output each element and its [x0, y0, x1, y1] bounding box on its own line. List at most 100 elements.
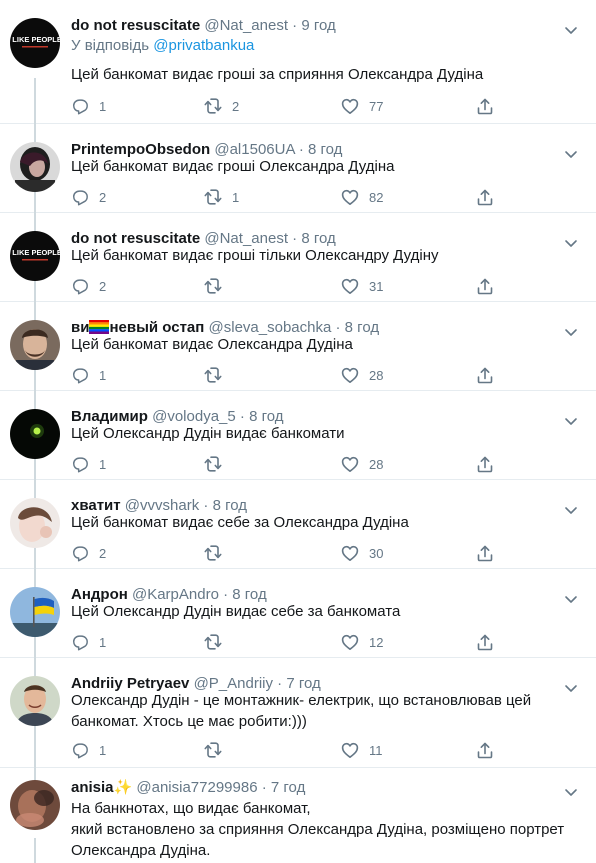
retweet-button[interactable] [204, 740, 232, 760]
share-icon [477, 742, 493, 759]
tweet-text: Цей банкомат видає себе за Олександра Ду… [71, 514, 409, 531]
like-count: 77 [369, 98, 384, 114]
thread-line [34, 192, 36, 213]
like-button[interactable]: 82 [341, 187, 383, 207]
tweet-text: Цей банкомат видає гроші Олександра Дуді… [71, 158, 395, 175]
share-button[interactable] [476, 454, 494, 474]
reply-icon [72, 743, 88, 759]
like-button[interactable]: 31 [341, 276, 383, 296]
reply-button[interactable]: 1 [71, 96, 106, 116]
reply-button[interactable]: 2 [71, 543, 106, 563]
blurred-portrait-avatar[interactable] [10, 780, 60, 830]
reply-count: 1 [99, 98, 107, 114]
reply-prefix: У відповідь [71, 37, 150, 54]
reply-icon [72, 635, 88, 651]
share-button[interactable] [476, 632, 494, 652]
share-button[interactable] [476, 276, 494, 296]
like-count: 11 [369, 742, 383, 758]
like-button[interactable]: 28 [341, 454, 383, 474]
reply-button[interactable]: 2 [71, 276, 106, 296]
thread-line [34, 78, 36, 124]
reply-icon [72, 99, 88, 115]
reply-context: У відповідь @privatbankua [71, 36, 254, 56]
share-icon [477, 189, 493, 206]
display-name[interactable]: do not resuscitate [71, 17, 200, 34]
action-bar: 1 12 [71, 632, 521, 652]
i-like-people-avatar[interactable]: I LIKE PEOPLE [10, 231, 60, 281]
mention-link[interactable]: @privatbankua [153, 37, 254, 54]
reply-count: 2 [99, 278, 107, 294]
tweet[interactable]: Владимир @volodya_5 · 8 год Цей Олександ… [0, 391, 596, 480]
reply-button[interactable]: 1 [71, 632, 106, 652]
woman-portrait-avatar[interactable] [10, 142, 60, 192]
thread-line [34, 124, 36, 142]
chevron-down-icon[interactable] [563, 22, 579, 38]
retweet-icon [204, 367, 222, 383]
tweet-text: Цей банкомат видає гроші тільки Олександ… [71, 247, 439, 264]
tweet[interactable]: хватит @vvvshark · 8 год Цей банкомат ви… [0, 480, 596, 569]
retweet-button[interactable] [204, 454, 232, 474]
tweet[interactable]: ви невый остап @sleva_sobachka · 8 год Це… [0, 302, 596, 391]
reply-button[interactable]: 1 [71, 454, 106, 474]
reply-icon [72, 546, 88, 562]
action-bar: 1 28 [71, 454, 521, 474]
timestamp[interactable]: 7 год [271, 779, 305, 796]
timestamp[interactable]: 9 год [301, 17, 335, 34]
thread-line [34, 637, 36, 658]
thread-line [34, 459, 36, 480]
reply-button[interactable]: 1 [71, 740, 106, 760]
retweet-button[interactable] [204, 365, 232, 385]
like-count: 28 [369, 367, 384, 383]
tweet[interactable]: Andriiy Petryaev @P_Andriiy · 7 год Олек… [0, 658, 596, 768]
action-bar: 2 31 [71, 276, 521, 296]
share-button[interactable] [476, 740, 494, 760]
i-like-people-avatar[interactable]: I LIKE PEOPLE [10, 18, 60, 68]
retweet-button[interactable] [204, 632, 232, 652]
retweet-button[interactable]: 2 [204, 96, 239, 116]
like-button[interactable]: 11 [341, 740, 383, 760]
retweet-button[interactable] [204, 276, 232, 296]
green-light-avatar[interactable] [10, 409, 60, 459]
share-button[interactable] [476, 365, 494, 385]
reply-count: 2 [99, 545, 107, 561]
reply-icon [72, 190, 88, 206]
separator-dot: · [261, 779, 267, 796]
like-count: 30 [369, 545, 384, 561]
tweet[interactable]: I LIKE PEOPLE do not resuscitate @Nat_an… [0, 0, 596, 124]
tweet[interactable]: I LIKE PEOPLE do not resuscitate @Nat_an… [0, 213, 596, 302]
like-count: 28 [369, 456, 384, 472]
girl-portrait-avatar[interactable] [10, 498, 60, 548]
thread-line [34, 658, 36, 676]
reply-icon [72, 279, 88, 295]
share-icon [477, 456, 493, 473]
reply-button[interactable]: 1 [71, 365, 106, 385]
user-handle[interactable]: @anisia77299986 [136, 779, 257, 796]
heart-icon [341, 189, 359, 205]
ukraine-flag-avatar[interactable] [10, 587, 60, 637]
tweet-text: Цей Олександр Дудін видає себе за банком… [71, 603, 401, 620]
heart-icon [341, 742, 359, 759]
like-button[interactable]: 30 [341, 543, 383, 563]
man-portrait-avatar[interactable] [10, 320, 60, 370]
like-button[interactable]: 77 [341, 96, 383, 116]
share-icon [477, 98, 493, 115]
retweet-button[interactable] [204, 543, 232, 563]
reply-button[interactable]: 2 [71, 187, 106, 207]
like-button[interactable]: 12 [341, 632, 383, 652]
like-button[interactable]: 28 [341, 365, 383, 385]
share-button[interactable] [476, 543, 494, 563]
retweet-button[interactable]: 1 [204, 187, 239, 207]
tweet-text: Цей Олександр Дудін видає банкомати [71, 425, 345, 442]
thread-line [34, 480, 36, 498]
share-button[interactable] [476, 96, 494, 116]
tweet[interactable]: Андрон @KarpAndro · 8 год Цей Олександр … [0, 569, 596, 658]
display-name[interactable]: anisia [71, 779, 114, 796]
tweet[interactable]: PrintempoObsedon @al1506UA · 8 год Цей б… [0, 124, 596, 213]
separator-dot: · [292, 17, 298, 34]
reply-count: 1 [99, 742, 107, 758]
share-button[interactable] [476, 187, 494, 207]
user-handle[interactable]: @Nat_anest [204, 17, 288, 34]
smiling-man-avatar[interactable] [10, 676, 60, 726]
tweet[interactable]: anisia✨ @anisia77299986 · 7 год На банкн… [0, 768, 596, 863]
retweet-count: 2 [232, 98, 240, 114]
